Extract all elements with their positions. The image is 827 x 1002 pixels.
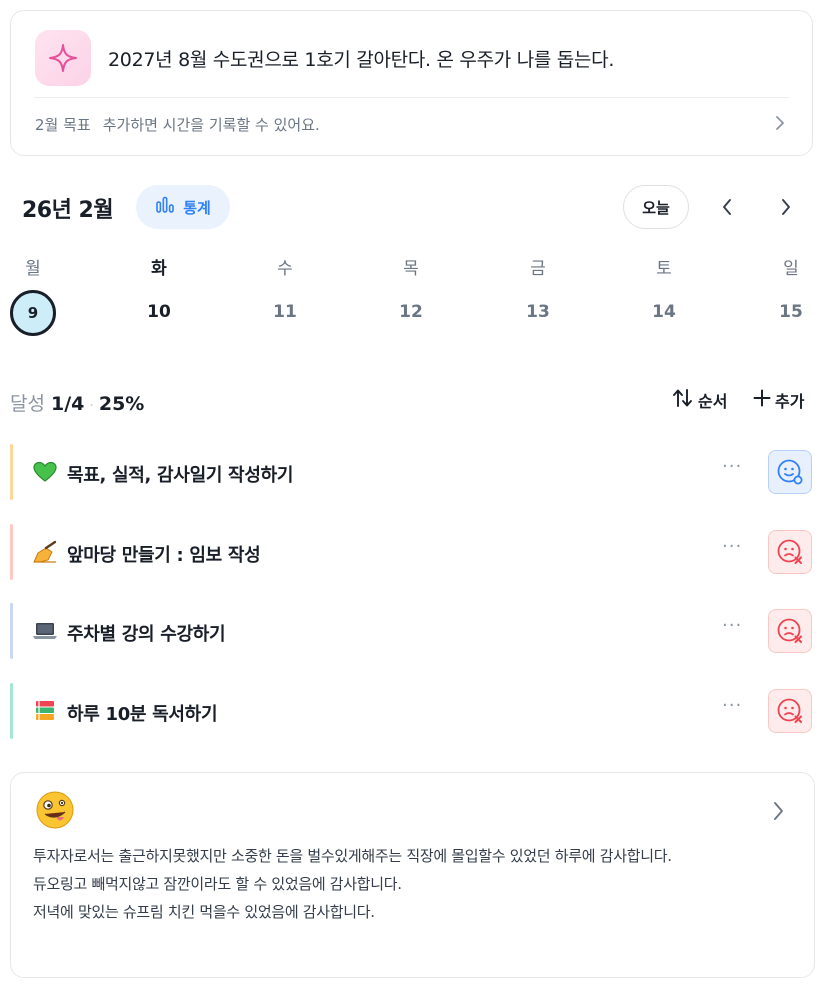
stats-button[interactable]: 통계 — [136, 185, 230, 229]
goal-hint: 추가하면 시간을 기록할 수 있어요. — [102, 116, 320, 134]
weekday-label: 토 — [656, 259, 672, 279]
more-icon[interactable]: ··· — [722, 536, 742, 557]
zany-face-icon — [35, 790, 75, 834]
day-cell[interactable]: 13 — [518, 302, 558, 322]
goal-title: 2027년 8월 수도권으로 1호기 갈아탄다. 온 우주가 나를 돕는다. — [108, 49, 615, 71]
achievement-summary: 달성 1/4 · 25% — [10, 389, 144, 416]
chevron-right-icon[interactable] — [774, 115, 786, 135]
stats-label: 통계 — [183, 198, 211, 217]
task-item[interactable]: 앞마당 만들기 : 임보 작성 ··· — [10, 524, 815, 580]
gratitude-diary-card[interactable]: 투자자로서는 출근하지못했지만 소중한 돈을 벌수있게해주는 직장에 몰입할수 … — [10, 772, 815, 978]
sort-arrows-icon — [672, 388, 694, 412]
task-color-bar — [10, 603, 13, 659]
task-color-bar — [10, 683, 13, 739]
weekday-label: 목 — [403, 259, 419, 279]
status-not-done-icon[interactable] — [768, 689, 812, 733]
weekday-label: 월 — [25, 259, 41, 279]
weekday-label: 화 — [151, 259, 167, 279]
goal-card[interactable]: 2027년 8월 수도권으로 1호기 갈아탄다. 온 우주가 나를 돕는다. 2… — [10, 10, 813, 156]
chevron-left-icon[interactable] — [710, 190, 744, 224]
divider — [34, 97, 789, 98]
day-cell[interactable]: 11 — [265, 302, 305, 322]
task-label: 앞마당 만들기 : 임보 작성 — [67, 545, 261, 566]
add-label: 추가 — [775, 392, 805, 411]
more-icon[interactable]: ··· — [722, 615, 742, 636]
goal-month-label: 2월 목표 — [35, 116, 91, 134]
task-color-bar — [10, 524, 13, 580]
weekday-label: 수 — [277, 259, 293, 279]
status-done-icon[interactable] — [768, 450, 812, 494]
task-label: 주차별 강의 수강하기 — [67, 624, 226, 645]
diary-line: 저녁에 맞있는 슈프림 치킨 먹을수 있었음에 감사합니다. — [33, 903, 375, 921]
weekday-label: 일 — [783, 259, 799, 279]
green-heart-icon — [32, 459, 58, 485]
task-label: 목표, 실적, 감사일기 작성하기 — [67, 465, 294, 486]
add-task-button[interactable]: 추가 — [753, 388, 804, 412]
weekday-label: 금 — [530, 259, 546, 279]
day-cell[interactable]: 15 — [771, 302, 811, 322]
order-button[interactable]: 순서 — [672, 388, 727, 412]
plus-icon — [753, 389, 771, 411]
day-cell[interactable]: 12 — [391, 302, 431, 322]
task-item[interactable]: 주차별 강의 수강하기 ··· — [10, 603, 815, 659]
status-not-done-icon[interactable] — [768, 609, 812, 653]
chevron-right-icon[interactable] — [772, 801, 784, 825]
achieve-label: 달성 — [10, 393, 45, 415]
chevron-right-icon[interactable] — [769, 190, 803, 224]
diary-text: 투자자로서는 출근하지못했지만 소중한 돈을 벌수있게해주는 직장에 몰입할수 … — [33, 842, 798, 926]
day-selected[interactable]: 9 — [10, 290, 56, 336]
achieve-count: 1/4 — [51, 393, 85, 415]
task-item[interactable]: 목표, 실적, 감사일기 작성하기 ··· — [10, 444, 815, 500]
books-icon — [32, 698, 58, 724]
month-title: 26년 2월 — [22, 198, 114, 223]
goal-add-row[interactable]: 2월 목표 추가하면 시간을 기록할 수 있어요. — [35, 114, 320, 135]
diary-line: 듀오링고 빼먹지않고 잠깐이라도 할 수 있었음에 감사합니다. — [33, 875, 402, 893]
diary-line: 투자자로서는 출근하지못했지만 소중한 돈을 벌수있게해주는 직장에 몰입할수 … — [33, 847, 672, 865]
day-cell[interactable]: 10 — [139, 302, 179, 322]
task-item[interactable]: 하루 10분 독서하기 ··· — [10, 683, 815, 739]
more-icon[interactable]: ··· — [722, 456, 742, 477]
laptop-icon — [32, 618, 58, 644]
more-icon[interactable]: ··· — [722, 695, 742, 716]
separator: · — [89, 398, 94, 414]
sparkle-icon — [35, 30, 91, 86]
today-button[interactable]: 오늘 — [623, 185, 689, 229]
task-label: 하루 10분 독서하기 — [67, 704, 218, 725]
day-cell[interactable]: 14 — [644, 302, 684, 322]
order-label: 순서 — [698, 392, 728, 411]
achieve-percent: 25% — [98, 393, 145, 415]
writing-hand-icon — [32, 539, 58, 565]
task-color-bar — [10, 444, 13, 500]
bar-chart-icon — [155, 196, 175, 218]
status-not-done-icon[interactable] — [768, 530, 812, 574]
